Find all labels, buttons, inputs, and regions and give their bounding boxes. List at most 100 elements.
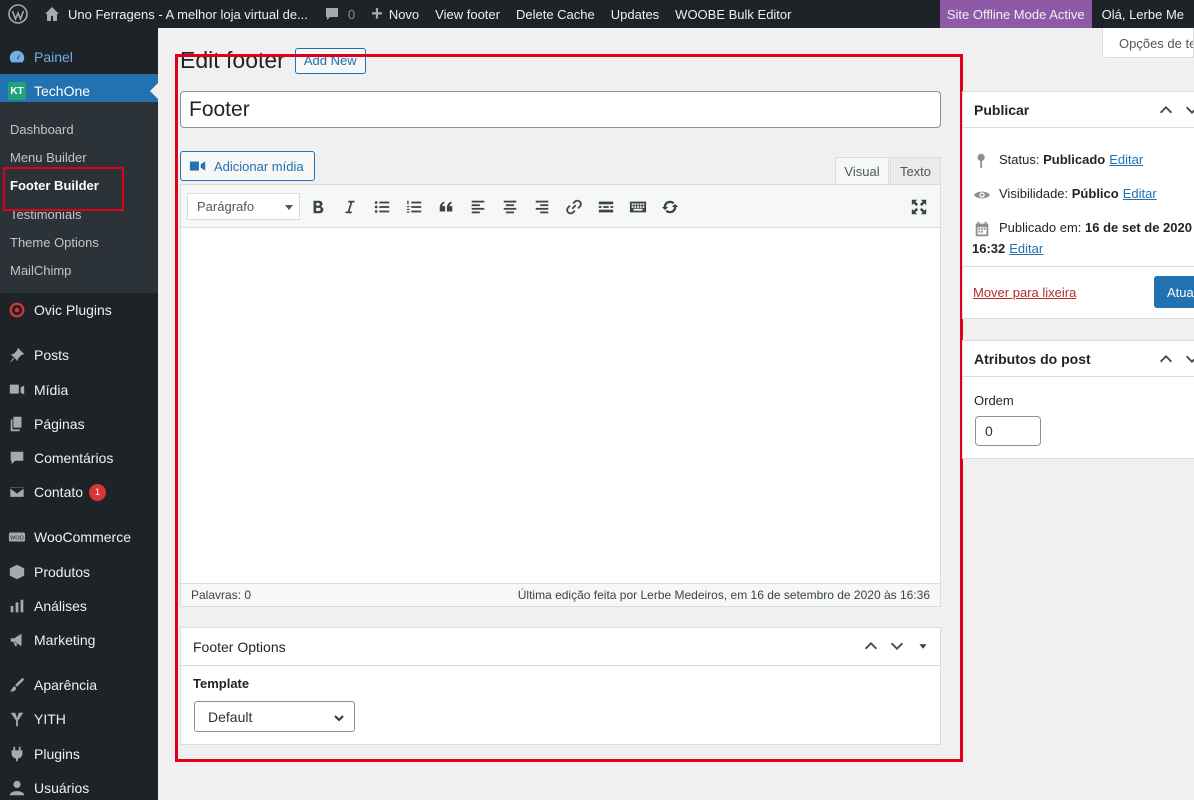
sidebar-item-marketing[interactable]: Marketing [0,623,158,657]
ovic-logo-icon [9,302,25,318]
visibility-row: Visibilidade: Público Editar [973,186,1157,204]
submenu-item-menu-builder[interactable]: Menu Builder [10,150,87,165]
sidebar-label-analises: Análises [34,598,87,614]
sidebar-item-painel[interactable]: Painel [0,40,158,74]
admin-bar: Uno Ferragens - A melhor loja virtual de… [0,0,1194,28]
sidebar-label-midia: Mídia [34,382,69,398]
sidebar-item-plugins[interactable]: Plugins [0,737,158,771]
published-time-row: 16:32 Editar [972,241,1043,256]
published-label: Publicado em: [999,220,1082,235]
chevron-up-icon[interactable] [1157,350,1175,368]
sidebar-label-paginas: Páginas [34,416,85,432]
chevron-up-icon[interactable] [1157,101,1175,119]
updates-link[interactable]: Updates [603,0,667,28]
techone-logo-icon: KT [8,82,26,100]
pin-icon [977,153,985,169]
status-label: Status: [999,152,1040,167]
sidebar-item-ovic-plugins[interactable]: Ovic Plugins [0,293,158,327]
paintbrush-icon [9,677,25,692]
sidebar-label-produtos: Produtos [34,564,91,580]
sidebar-item-usuarios[interactable]: Usuários [0,771,158,800]
sidebar-label-painel: Painel [34,49,73,65]
submenu-item-mailchimp[interactable]: MailChimp [10,263,71,278]
annotation-highlight-editor [175,54,963,762]
svg-text:WOO: WOO [10,535,23,541]
dashboard-icon [9,50,25,63]
site-name-link[interactable]: Uno Ferragens - A melhor loja virtual de… [36,0,316,28]
contato-count-badge: 1 [89,483,107,501]
sidebar-item-midia[interactable]: Mídia [0,373,158,407]
post-attributes-title: Atributos do post [974,350,1091,367]
sidebar-label-ovic: Ovic Plugins [34,302,112,318]
update-button[interactable]: Atualizar [1154,276,1194,308]
home-icon [45,7,59,21]
submenu-item-dashboard[interactable]: Dashboard [10,122,74,137]
sidebar-label-yith: YITH [34,711,66,727]
media-icon [9,384,25,395]
sidebar-label-marketing: Marketing [34,632,96,648]
comments-link[interactable]: 0 [316,0,363,28]
sidebar-label-comentarios: Comentários [34,450,114,466]
chevron-down-icon[interactable] [1183,350,1194,368]
visibility-value: Público [1071,186,1119,201]
publish-box: Publicar Status: Publicado Editar Visibi… [962,91,1194,319]
comments-count: 0 [347,6,356,22]
view-footer-link[interactable]: View footer [427,0,508,28]
sidebar-item-paginas[interactable]: Páginas [0,407,158,441]
sidebar-item-comentarios[interactable]: Comentários [0,441,158,475]
pages-icon [10,416,22,432]
offline-mode-badge[interactable]: Site Offline Mode Active [939,0,1092,28]
bar-chart-icon [10,599,24,613]
megaphone-icon [10,633,22,647]
new-content-link[interactable]: + Novo [363,0,427,28]
sidebar-label-posts: Posts [34,347,70,363]
yith-logo-icon [10,712,24,727]
box-icon [9,564,25,580]
new-label: Novo [388,6,420,22]
sidebar-item-yith[interactable]: YITH [0,702,158,736]
sidebar-label-aparencia: Aparência [34,677,98,693]
publish-title: Publicar [974,101,1030,118]
wordpress-logo-icon[interactable] [0,0,36,28]
woocommerce-icon: WOO [8,532,26,542]
published-value: 16 de set de 2020 às [1085,220,1194,235]
sidebar-item-produtos[interactable]: Produtos [0,555,158,589]
user-account-link[interactable]: Olá, Lerbe Me [1092,0,1194,28]
calendar-icon [975,221,989,237]
published-time: 16:32 [972,241,1006,256]
edit-visibility-link[interactable]: Editar [1123,186,1157,201]
comments-icon [10,451,24,465]
order-input[interactable]: 0 [975,416,1041,446]
eye-icon [973,191,991,199]
woobe-link[interactable]: WOOBE Bulk Editor [667,0,799,28]
sidebar-item-analises[interactable]: Análises [0,589,158,623]
publish-handles [1157,101,1194,119]
admin-sidebar: Painel KT TechOne Dashboard Menu Builder… [0,28,158,800]
sidebar-item-contato[interactable]: Contato 1 [0,475,158,509]
post-attributes-handles [1157,350,1194,368]
chevron-down-icon[interactable] [1183,101,1194,119]
status-value: Publicado [1043,152,1106,167]
active-indicator [150,83,158,99]
delete-cache-link[interactable]: Delete Cache [508,0,603,28]
visibility-label: Visibilidade: [999,186,1069,201]
sidebar-label-techone: TechOne [34,83,91,99]
sidebar-item-aparencia[interactable]: Aparência [0,668,158,702]
plus-icon: + [371,3,383,25]
submenu-item-theme-options[interactable]: Theme Options [10,235,99,250]
edit-date-link[interactable]: Editar [1009,241,1043,256]
sidebar-label-contato: Contato [34,484,84,500]
edit-status-link[interactable]: Editar [1109,152,1143,167]
annotation-highlight-footer-builder [3,167,124,211]
status-row: Status: Publicado Editar [973,152,1143,170]
pushpin-icon [9,347,25,363]
sidebar-label-woocommerce: WooCommerce [34,529,131,545]
sidebar-item-posts[interactable]: Posts [0,338,158,372]
mail-icon [9,486,25,498]
sidebar-item-woocommerce[interactable]: WOO WooCommerce [0,520,158,554]
plug-icon [11,746,23,762]
site-name: Uno Ferragens - A melhor loja virtual de… [68,6,308,22]
move-to-trash-link[interactable]: Mover para lixeira [973,285,1076,300]
screen-options-tab[interactable]: Opções de te [1102,28,1194,58]
user-icon [9,780,25,796]
